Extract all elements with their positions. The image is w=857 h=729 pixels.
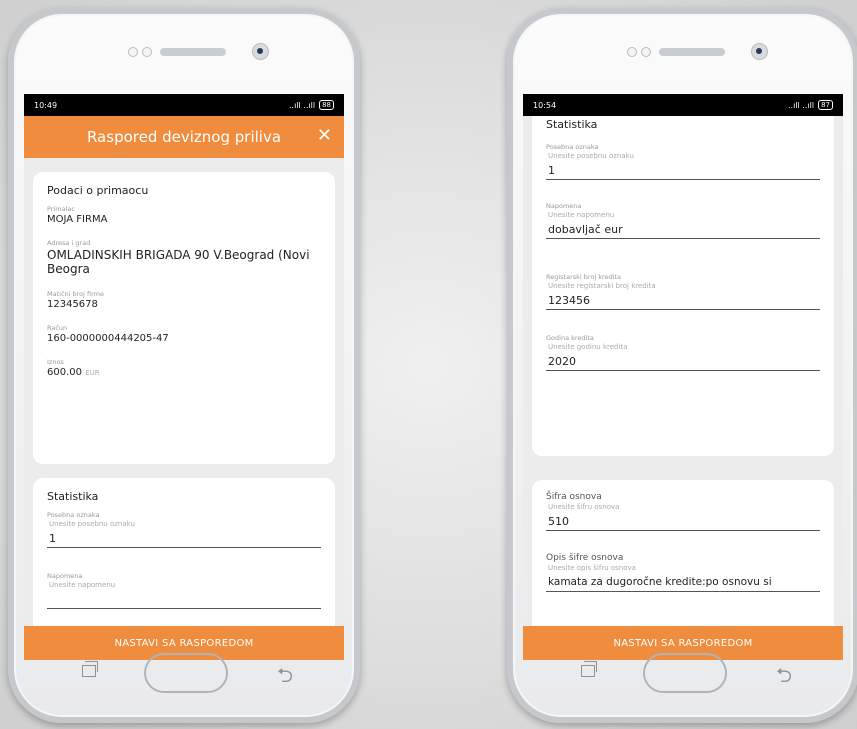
battery-icon: 87 xyxy=(818,100,833,110)
battery-icon: 88 xyxy=(319,100,334,110)
posebna-oznaka-input[interactable]: 1 xyxy=(546,160,820,180)
page-title: Raspored deviznog priliva xyxy=(86,128,282,146)
phone-top-bezel xyxy=(513,32,853,72)
basis-field: Šifra osnova Unesite šifru osnova 510 xyxy=(546,492,820,531)
recipient-field: Primalac MOJA FIRMA xyxy=(47,205,321,225)
home-button[interactable] xyxy=(643,653,727,693)
phone-frame-left: 10:49 ..ıll ..ıll 88 Raspored deviznog p… xyxy=(8,8,360,723)
field-label: Primalac xyxy=(47,205,75,213)
godina-kredita-input[interactable]: 2020 xyxy=(546,351,820,371)
field-label: Šifra osnova xyxy=(546,492,602,502)
status-bar: 10:54 ..ıll ..ıll 87 xyxy=(523,94,843,116)
field-placeholder: Unesite registarski broj kredita xyxy=(548,282,656,290)
recipient-field: Matični broj firme 12345678 xyxy=(47,290,321,310)
recipient-field: Račun 160-0000000444205-47 xyxy=(47,324,321,344)
field-value: MOJA FIRMA xyxy=(47,214,108,225)
opis-sifre-input[interactable]: kamata za dugoročne kredite:po osnovu si xyxy=(546,572,820,592)
statistics-field: Posebna oznaka Unesite posebnu oznaku 1 xyxy=(47,511,321,548)
statistics-title: Statistika xyxy=(546,118,598,131)
field-placeholder: Unesite posebnu oznaku xyxy=(49,520,135,528)
field-label: Račun xyxy=(47,324,68,332)
field-placeholder: Unesite godinu kredita xyxy=(548,343,628,351)
close-icon[interactable]: ✕ xyxy=(317,125,332,146)
napomena-input[interactable]: dobavljač eur xyxy=(546,219,820,239)
statistics-field: Napomena Unesite napomenu xyxy=(47,572,321,609)
field-placeholder: Unesite posebnu oznaku xyxy=(548,152,634,160)
phone-top-bezel xyxy=(14,32,354,72)
field-placeholder: Unesite opis šifru osnova xyxy=(548,564,636,572)
sensor-dot xyxy=(627,47,637,57)
field-label: Opis šifre osnova xyxy=(546,553,624,563)
front-camera xyxy=(751,43,768,60)
field-label: Posebna oznaka xyxy=(546,143,599,151)
statistics-field: Napomena Unesite napomenu dobavljač eur xyxy=(546,202,820,239)
amount-number: 600.00 xyxy=(47,367,82,378)
recent-apps-icon[interactable] xyxy=(581,661,597,677)
field-label: Registarski broj kredita xyxy=(546,273,622,281)
recipient-card: Podaci o primaocu Primalac MOJA FIRMA Ad… xyxy=(33,172,335,464)
sensor-dot xyxy=(142,47,152,57)
field-label: Godina kredita xyxy=(546,334,594,342)
field-value: OMLADINSKIH BRIGADA 90 V.Beograd (Novi B… xyxy=(47,248,310,276)
front-camera xyxy=(252,43,269,60)
back-icon[interactable]: ⮌ xyxy=(776,661,792,695)
field-label: Iznos xyxy=(47,358,64,366)
registarski-broj-input[interactable]: 123456 xyxy=(546,290,820,310)
back-icon[interactable]: ⮌ xyxy=(277,661,293,695)
phone-frame-right: 10:54 ..ıll ..ıll 87 Statistika Posebna … xyxy=(507,8,857,723)
field-label: Matični broj firme xyxy=(47,290,104,298)
recipient-title: Podaci o primaocu xyxy=(47,184,149,197)
posebna-oznaka-input[interactable]: 1 xyxy=(47,528,321,548)
nav-bar: ⮌ xyxy=(513,653,853,695)
statistics-card: Statistika Posebna oznaka Unesite posebn… xyxy=(532,116,834,456)
currency-label: EUR xyxy=(85,369,100,377)
amount-value: 600.00 EUR xyxy=(47,367,321,378)
napomena-input[interactable] xyxy=(47,589,321,609)
field-placeholder: Unesite napomenu xyxy=(49,581,116,589)
sifra-osnova-input[interactable]: 510 xyxy=(546,511,820,531)
recent-apps-icon[interactable] xyxy=(82,661,98,677)
basis-field: Opis šifre osnova Unesite opis šifru osn… xyxy=(546,553,820,592)
statistics-field: Registarski broj kredita Unesite regista… xyxy=(546,273,820,310)
field-placeholder: Unesite šifru osnova xyxy=(548,503,620,511)
screen-right: 10:54 ..ıll ..ıll 87 Statistika Posebna … xyxy=(523,94,843,660)
field-value: 12345678 xyxy=(47,299,98,310)
speaker-grille xyxy=(160,48,226,56)
field-label: Posebna oznaka xyxy=(47,511,100,519)
statistics-field: Godina kredita Unesite godinu kredita 20… xyxy=(546,334,820,371)
app-bar: Raspored deviznog priliva ✕ xyxy=(24,116,344,158)
field-label: Napomena xyxy=(546,202,582,210)
screen-left: 10:49 ..ıll ..ıll 88 Raspored deviznog p… xyxy=(24,94,344,660)
status-bar: 10:49 ..ıll ..ıll 88 xyxy=(24,94,344,116)
signal-icon: ..ıll ..ıll xyxy=(289,100,316,110)
amount-field: Iznos 600.00 EUR xyxy=(47,358,321,378)
statistics-title: Statistika xyxy=(47,490,99,503)
nav-bar: ⮌ xyxy=(14,653,354,695)
speaker-grille xyxy=(659,48,725,56)
status-time: 10:54 xyxy=(533,100,557,110)
field-placeholder: Unesite napomenu xyxy=(548,211,615,219)
signal-icon: ..ıll ..ıll xyxy=(788,100,815,110)
status-time: 10:49 xyxy=(34,100,58,110)
sensor-dot xyxy=(641,47,651,57)
field-label: Adresa i grad xyxy=(47,239,91,247)
statistics-field: Posebna oznaka Unesite posebnu oznaku 1 xyxy=(546,143,820,180)
recipient-field: Adresa i grad OMLADINSKIH BRIGADA 90 V.B… xyxy=(47,239,321,276)
field-value: 160-0000000444205-47 xyxy=(47,333,169,344)
field-label: Napomena xyxy=(47,572,83,580)
home-button[interactable] xyxy=(144,653,228,693)
sensor-dot xyxy=(128,47,138,57)
